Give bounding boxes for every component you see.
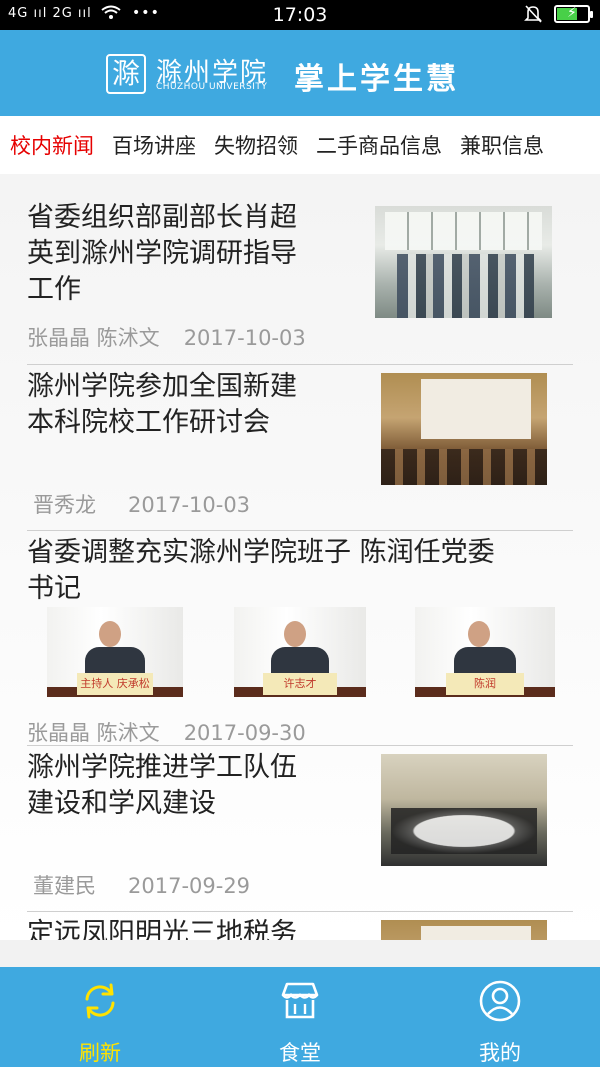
- news-title-line: 本科院校工作研讨会: [27, 407, 270, 438]
- news-title: 滁州学院参加全国新建 本科院校工作研讨会: [27, 369, 347, 441]
- news-item[interactable]: 定远凤阳明光三地税务: [27, 912, 573, 940]
- photo-caption: 主持人 庆承松: [76, 673, 154, 695]
- news-authors: 董建民: [33, 874, 96, 898]
- canteen-icon: [281, 982, 319, 1019]
- photo-caption: 许志才: [263, 673, 337, 695]
- news-title-line: 省委组织部副部长肖超: [27, 202, 297, 233]
- nav-label: 刷新: [79, 1041, 121, 1065]
- user-icon: [479, 980, 521, 1022]
- news-title: 省委调整充实滁州学院班子 陈润任党委 书记: [27, 535, 573, 607]
- news-title-line: 英到滁州学院调研指导: [27, 238, 297, 269]
- news-item[interactable]: 省委组织部副部长肖超 英到滁州学院调研指导 工作 张晶晶 陈沭文 2017-10-…: [27, 174, 573, 365]
- news-authors: 张晶晶 陈沭文: [27, 721, 160, 745]
- news-photo: 许志才: [234, 607, 366, 697]
- news-title: 省委组织部副部长肖超 英到滁州学院调研指导 工作: [27, 200, 347, 308]
- nav-me[interactable]: 我的: [400, 967, 600, 1067]
- news-title-line: 滁州学院参加全国新建: [27, 371, 297, 402]
- refresh-icon: [85, 983, 115, 1019]
- battery-icon: ⚡: [554, 5, 593, 23]
- news-thumbnail: [381, 373, 547, 485]
- tab-lectures[interactable]: 百场讲座: [104, 130, 204, 160]
- news-list: 省委组织部副部长肖超 英到滁州学院调研指导 工作 张晶晶 陈沭文 2017-10-…: [0, 174, 600, 940]
- school-logo-icon: 滁: [106, 54, 146, 94]
- news-title-line: 定远凤阳明光三地税务: [27, 918, 297, 940]
- news-title-line: 建设和学风建设: [27, 788, 216, 819]
- category-tabs: 校内新闻 百场讲座 失物招领 二手商品信息 兼职信息: [0, 116, 600, 174]
- news-date: 2017-10-03: [128, 493, 251, 517]
- news-meta: 张晶晶 陈沭文 2017-10-03: [27, 322, 306, 352]
- school-name-en: CHUZHOU UNIVERSITY: [156, 82, 268, 92]
- clock: 17:03: [272, 4, 328, 26]
- news-item[interactable]: 滁州学院参加全国新建 本科院校工作研讨会 晋秀龙 2017-10-03: [27, 365, 573, 531]
- news-thumbnail: [381, 754, 547, 866]
- news-item[interactable]: 滁州学院推进学工队伍 建设和学风建设 董建民 2017-09-29: [27, 746, 573, 912]
- nav-label: 食堂: [279, 1041, 321, 1065]
- app-header: 滁 滁州学院 CHUZHOU UNIVERSITY 掌上学生慧: [0, 30, 600, 116]
- news-photo: 主持人 庆承松: [47, 607, 183, 697]
- news-thumbnail: [375, 206, 552, 318]
- news-date: 2017-10-03: [183, 326, 306, 350]
- tab-campus-news[interactable]: 校内新闻: [2, 130, 102, 160]
- bottom-nav: 刷新 食堂 我的: [0, 967, 600, 1067]
- news-thumbnail: [381, 920, 547, 940]
- status-bar: 4G ııl 2G ııl ••• 17:03 ⚡: [0, 0, 600, 30]
- news-authors: 张晶晶 陈沭文: [27, 326, 160, 350]
- mute-bell-icon: [524, 5, 542, 23]
- tab-part-time-jobs[interactable]: 兼职信息: [452, 130, 552, 160]
- news-authors: 晋秀龙: [33, 493, 96, 517]
- news-item[interactable]: 省委调整充实滁州学院班子 陈润任党委 书记 主持人 庆承松 许志才 陈润 张晶晶…: [27, 531, 573, 746]
- app-title: 掌上学生慧: [294, 62, 459, 97]
- news-title-line: 省委调整充实滁州学院班子 陈润任党委: [27, 537, 495, 568]
- news-date: 2017-09-29: [128, 874, 251, 898]
- news-date: 2017-09-30: [183, 721, 306, 745]
- news-title-line: 滁州学院推进学工队伍: [27, 752, 297, 783]
- tab-lost-and-found[interactable]: 失物招领: [206, 130, 306, 160]
- news-meta: 张晶晶 陈沭文 2017-09-30: [27, 717, 306, 747]
- nav-refresh[interactable]: 刷新: [0, 967, 200, 1067]
- news-title-line: 书记: [27, 573, 81, 604]
- nav-label: 我的: [479, 1041, 521, 1065]
- photo-caption: 陈润: [445, 673, 525, 695]
- news-photo: 陈润: [415, 607, 555, 697]
- news-title: 滁州学院推进学工队伍 建设和学风建设: [27, 750, 347, 822]
- news-title-line: 工作: [27, 274, 81, 305]
- news-title: 定远凤阳明光三地税务: [27, 916, 347, 940]
- tab-second-hand[interactable]: 二手商品信息: [308, 130, 450, 160]
- news-meta: 董建民 2017-09-29: [33, 870, 250, 900]
- status-right: ⚡: [524, 4, 593, 24]
- news-meta: 晋秀龙 2017-10-03: [33, 489, 250, 519]
- nav-canteen[interactable]: 食堂: [200, 967, 400, 1067]
